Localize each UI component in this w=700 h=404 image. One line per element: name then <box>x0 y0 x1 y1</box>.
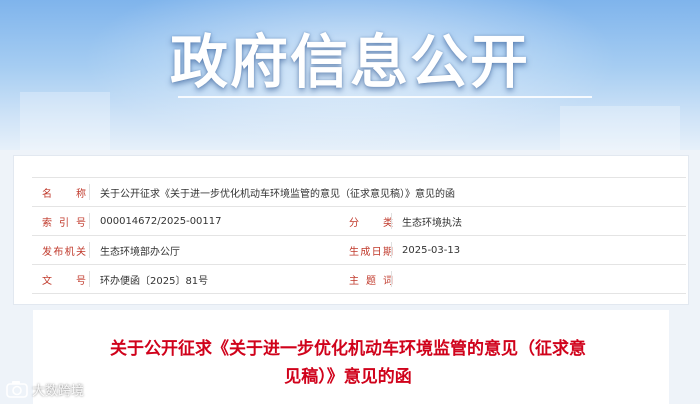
category-label: 分 类 <box>339 206 400 236</box>
metadata-table: 名 称 关于公开征求《关于进一步优化机动车环境监管的意见（征求意见稿）》意见的函… <box>32 177 686 294</box>
page-title: 政府信息公开 <box>169 28 530 96</box>
subject-value <box>400 264 686 294</box>
camera-logo-icon <box>6 380 28 398</box>
date-value: 2025-03-13 <box>400 235 686 265</box>
header-banner: 政府信息公开 <box>0 0 700 150</box>
metadata-row-index: 索 引 号 000014672/2025-00117 分 类 生态环境执法 <box>32 206 686 236</box>
document-title: 关于公开征求《关于进一步优化机动车环境监管的意见（征求意见稿）》意见的函 <box>110 339 586 387</box>
name-label: 名 称 <box>32 177 98 207</box>
subject-label: 主 题 词 <box>339 264 400 294</box>
issuer-label: 发布机关 <box>32 235 98 265</box>
metadata-row-issuer: 发布机关 生态环境部办公厅 生成日期 2025-03-13 <box>32 235 686 265</box>
index-label: 索 引 号 <box>32 206 98 236</box>
docno-value: 环办便函〔2025〕81号 <box>98 264 339 294</box>
date-label: 生成日期 <box>339 235 400 265</box>
document-metadata-panel: 名 称 关于公开征求《关于进一步优化机动车环境监管的意见（征求意见稿）》意见的函… <box>13 155 689 305</box>
watermark: 大数跨境 <box>6 379 84 399</box>
category-value: 生态环境执法 <box>400 206 686 236</box>
issuer-value: 生态环境部办公厅 <box>98 235 339 265</box>
metadata-row-name: 名 称 关于公开征求《关于进一步优化机动车环境监管的意见（征求意见稿）》意见的函 <box>32 177 686 207</box>
metadata-row-docno: 文 号 环办便函〔2025〕81号 主 题 词 <box>32 264 686 294</box>
watermark-text: 大数跨境 <box>32 383 85 399</box>
index-value: 000014672/2025-00117 <box>98 206 339 236</box>
banner-divider <box>178 96 592 98</box>
banner-decoration <box>20 92 110 150</box>
banner-decoration <box>560 106 680 150</box>
document-content: 关于公开征求《关于进一步优化机动车环境监管的意见（征求意见稿）》意见的函 <box>33 310 669 404</box>
docno-label: 文 号 <box>32 264 98 294</box>
name-value: 关于公开征求《关于进一步优化机动车环境监管的意见（征求意见稿）》意见的函 <box>98 177 686 207</box>
